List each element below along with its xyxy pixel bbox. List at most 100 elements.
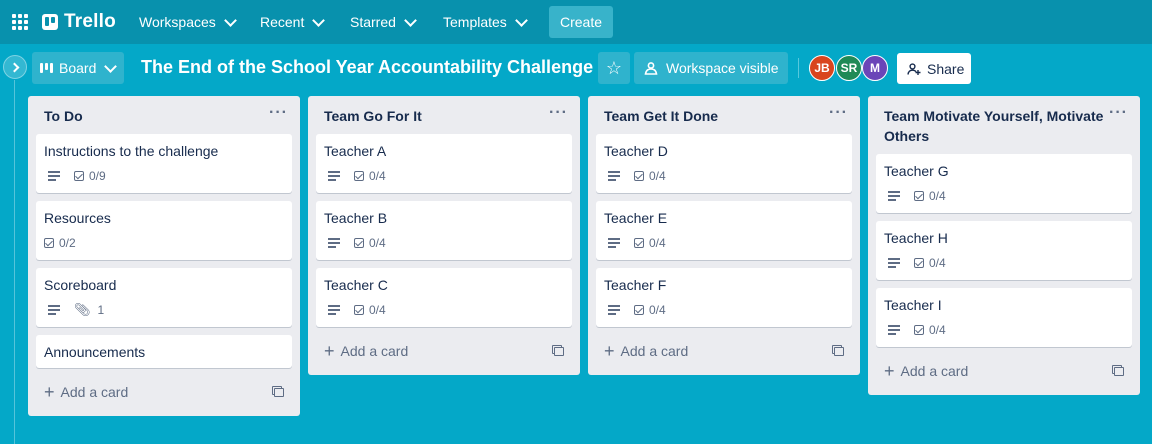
card-title: Teacher F xyxy=(604,277,667,293)
description-icon xyxy=(888,258,900,268)
checklist-icon xyxy=(634,305,644,315)
checklist-icon xyxy=(634,238,644,248)
trello-logo[interactable]: Trello xyxy=(42,11,116,33)
board-view-icon xyxy=(40,63,53,73)
trello-logo-icon xyxy=(42,14,58,30)
workspace-visibility-button[interactable]: Workspace visible xyxy=(634,52,788,84)
recent-label: Recent xyxy=(260,14,305,30)
chevron-down-icon xyxy=(514,13,528,27)
board-title[interactable]: The End of the School Year Accountabilit… xyxy=(141,57,593,78)
checklist-icon xyxy=(914,258,924,268)
templates-menu[interactable]: Templates xyxy=(437,8,532,36)
starred-menu[interactable]: Starred xyxy=(344,8,421,36)
add-card-button[interactable]: + Add a card xyxy=(876,355,1132,387)
list-menu-icon[interactable]: ··· xyxy=(1109,104,1128,122)
checklist-icon xyxy=(354,238,364,248)
checklist-badge: 0/4 xyxy=(914,189,946,203)
card-title: Instructions to the challenge xyxy=(44,143,219,159)
checklist-icon xyxy=(74,171,84,181)
description-icon xyxy=(328,171,340,181)
create-button[interactable]: Create xyxy=(549,6,613,38)
card[interactable]: Teacher I 0/4 xyxy=(876,288,1132,347)
description-icon xyxy=(328,305,340,315)
plus-icon: + xyxy=(44,382,55,402)
list-title[interactable]: To Do xyxy=(44,106,264,126)
add-card-button[interactable]: + Add a card xyxy=(36,376,292,408)
description-icon xyxy=(608,171,620,181)
board-view-label: Board xyxy=(59,60,97,76)
list-menu-icon[interactable]: ··· xyxy=(829,104,848,122)
card-template-icon[interactable] xyxy=(1112,365,1124,376)
checklist-count: 0/2 xyxy=(59,236,76,250)
checklist-icon xyxy=(634,171,644,181)
card[interactable]: Announcements xyxy=(36,335,292,368)
card-badges: 0/4 xyxy=(324,165,564,187)
card-title: Resources xyxy=(44,210,111,226)
member-initials: SR xyxy=(840,61,858,75)
list-title[interactable]: Team Get It Done xyxy=(604,106,824,126)
chevron-down-icon xyxy=(404,13,417,27)
checklist-badge: 0/4 xyxy=(354,169,386,183)
recent-menu[interactable]: Recent xyxy=(254,8,329,36)
description-icon xyxy=(608,305,620,315)
card-badges: 0/4 xyxy=(884,252,1124,274)
list: Team Get It Done ··· Teacher D 0/4 Teacher E… xyxy=(588,96,860,375)
list-header[interactable]: To Do ··· xyxy=(28,96,300,134)
share-button[interactable]: Share xyxy=(897,53,971,84)
list-header[interactable]: Team Get It Done ··· xyxy=(588,96,860,134)
apps-grid-icon[interactable] xyxy=(12,14,28,30)
checklist-badge: 0/9 xyxy=(74,169,106,183)
card[interactable]: Resources 0/2 xyxy=(36,201,292,260)
card[interactable]: Teacher G 0/4 xyxy=(876,154,1132,213)
list-title[interactable]: Team Motivate Yourself, Motivate Others xyxy=(884,106,1104,146)
member-avatar[interactable]: SR xyxy=(836,55,862,81)
add-card-button[interactable]: + Add a card xyxy=(596,335,852,367)
member-avatar[interactable]: M xyxy=(862,55,888,81)
card[interactable]: Instructions to the challenge 0/9 xyxy=(36,134,292,193)
list-title[interactable]: Team Go For It xyxy=(324,106,544,126)
card[interactable]: Teacher A 0/4 xyxy=(316,134,572,193)
header-divider xyxy=(798,58,799,78)
list-header[interactable]: Team Motivate Yourself, Motivate Others ·… xyxy=(868,96,1140,154)
add-card-label: Add a card xyxy=(900,363,969,379)
share-label: Share xyxy=(927,60,965,77)
add-card-button[interactable]: + Add a card xyxy=(316,335,572,367)
list-menu-icon[interactable]: ··· xyxy=(269,104,288,122)
card-template-icon[interactable] xyxy=(272,386,284,397)
description-icon xyxy=(328,238,340,248)
card-badges: 0/2 xyxy=(44,232,284,254)
card-title: Teacher G xyxy=(884,163,949,179)
board-view-switcher[interactable]: Board xyxy=(32,52,124,84)
member-avatar[interactable]: JB xyxy=(809,55,835,81)
checklist-badge: 0/2 xyxy=(44,236,76,250)
star-board-button[interactable]: ☆ xyxy=(598,52,630,84)
checklist-count: 0/4 xyxy=(369,169,386,183)
card[interactable]: Teacher C 0/4 xyxy=(316,268,572,327)
card[interactable]: Teacher F 0/4 xyxy=(596,268,852,327)
card[interactable]: Scoreboard 📎︎ 1 xyxy=(36,268,292,327)
card-title: Teacher C xyxy=(324,277,388,293)
list-header[interactable]: Team Go For It ··· xyxy=(308,96,580,134)
card-badges: 📎︎ 1 xyxy=(44,299,284,321)
chevron-down-icon xyxy=(104,59,118,73)
card[interactable]: Teacher E 0/4 xyxy=(596,201,852,260)
checklist-count: 0/4 xyxy=(369,236,386,250)
list-menu-icon[interactable]: ··· xyxy=(549,104,568,122)
card-template-icon[interactable] xyxy=(552,345,564,356)
card[interactable]: Teacher B 0/4 xyxy=(316,201,572,260)
member-initials: JB xyxy=(814,61,830,75)
checklist-badge: 0/4 xyxy=(914,256,946,270)
checklist-count: 0/4 xyxy=(649,236,666,250)
card[interactable]: Teacher D 0/4 xyxy=(596,134,852,193)
description-icon xyxy=(608,238,620,248)
card-template-icon[interactable] xyxy=(832,345,844,356)
card-title: Scoreboard xyxy=(44,277,117,293)
logo-text: Trello xyxy=(64,11,116,32)
workspaces-menu[interactable]: Workspaces xyxy=(133,8,241,36)
card[interactable]: Teacher H 0/4 xyxy=(876,221,1132,280)
sidebar-expand-button[interactable] xyxy=(3,55,27,79)
checklist-count: 0/9 xyxy=(89,169,106,183)
card-badges: 0/4 xyxy=(884,185,1124,207)
description-icon xyxy=(48,305,60,315)
top-nav: Trello Workspaces Recent Starred Templat… xyxy=(0,0,1152,44)
